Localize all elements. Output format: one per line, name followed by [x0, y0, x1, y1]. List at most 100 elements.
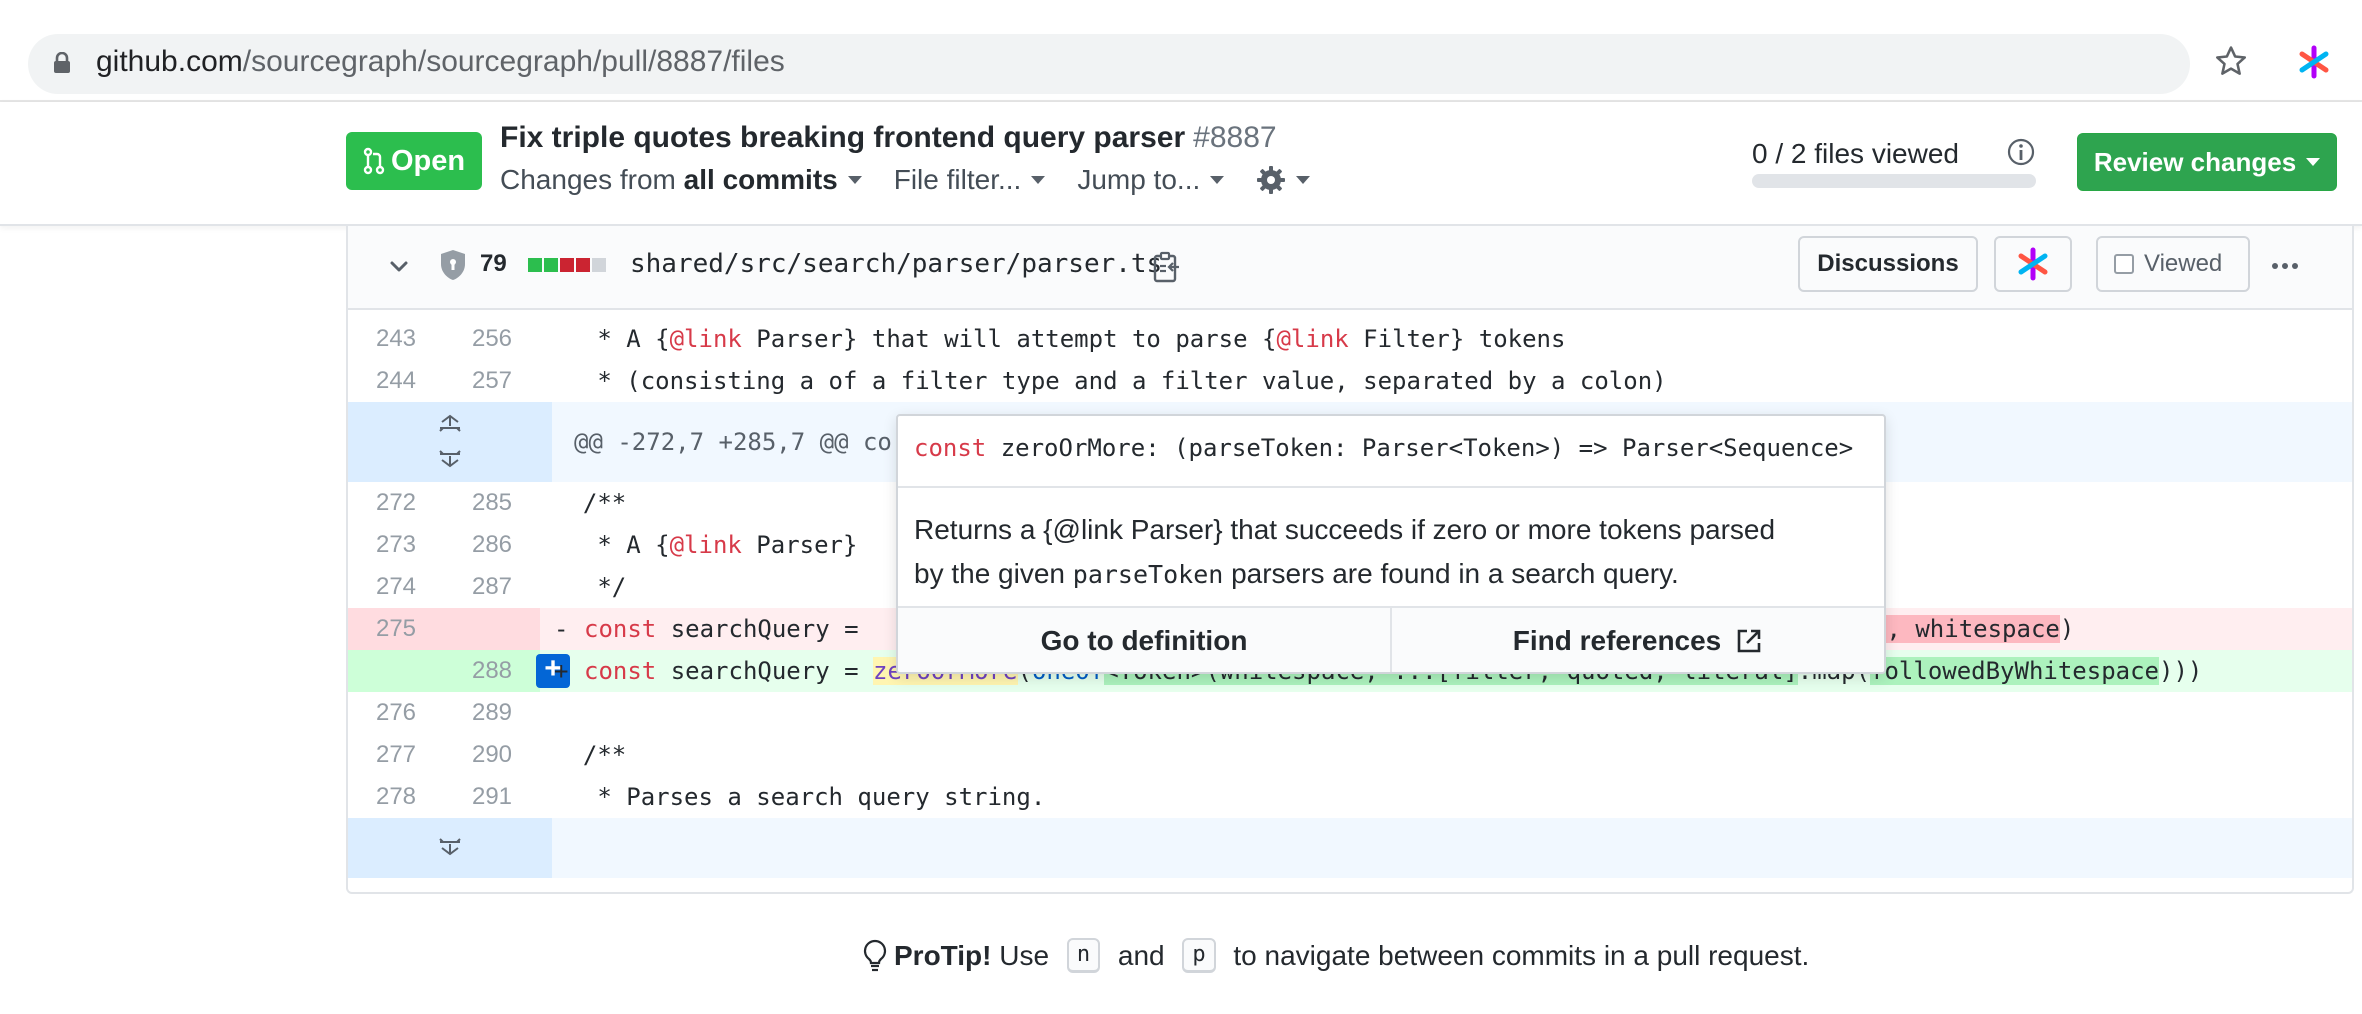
- kebab-icon[interactable]: [2270, 254, 2300, 278]
- pr-title-text: Fix triple quotes breaking frontend quer…: [500, 121, 1186, 154]
- jump-to-dropdown[interactable]: Jump to...: [1077, 164, 1225, 196]
- code-line: /**: [554, 741, 627, 769]
- jump-to-label: Jump to...: [1077, 164, 1201, 195]
- new-line-number[interactable]: 256: [444, 318, 540, 360]
- code-line: * Parses a search query string.: [554, 783, 1046, 811]
- new-line-number[interactable]: 285: [444, 482, 540, 524]
- viewed-checkbox[interactable]: [2114, 254, 2134, 274]
- protip-key-p: p: [1182, 938, 1216, 973]
- code-line: * (consisting a of a filter type and a f…: [554, 367, 1667, 395]
- shield-icon: [441, 250, 465, 280]
- expand-up-icon[interactable]: [436, 412, 464, 432]
- diffstat-block: [544, 258, 558, 272]
- url-domain: github.com: [96, 45, 243, 78]
- diff-row: 277 290 /**: [348, 734, 2352, 776]
- new-line-number[interactable]: 291: [444, 776, 540, 818]
- find-references-label: Find references: [1512, 625, 1722, 656]
- diff-row: 244 257 * (consisting a of a filter type…: [348, 360, 2352, 402]
- discussions-button[interactable]: Discussions: [1798, 236, 1978, 292]
- diffstat-block: [528, 258, 542, 272]
- sourcegraph-button[interactable]: [1994, 236, 2072, 292]
- protip-text: Use: [991, 939, 1057, 971]
- copy-icon[interactable]: [1152, 250, 1182, 284]
- code-line: /**: [554, 489, 627, 517]
- signature-text: zeroOrMore: (parseToken: Parser<Token>) …: [986, 434, 1854, 462]
- hover-tooltip: const zeroOrMore: (parseToken: Parser<To…: [896, 414, 1886, 674]
- sourcegraph-icon[interactable]: [2296, 44, 2332, 80]
- file-header: 79 shared/src/search/parser/parser.ts Di…: [348, 226, 2352, 310]
- old-line-number[interactable]: 272: [348, 482, 444, 524]
- chevron-down-icon: [1210, 176, 1225, 184]
- url-text[interactable]: github.com/sourcegraph/sourcegraph/pull/…: [96, 45, 785, 79]
- diff-row: 242 255 /**: [348, 308, 2352, 318]
- url-path: /sourcegraph/sourcegraph/pull/8887/files: [242, 45, 785, 78]
- diff-row: 243 256 * A {@link Parser} that will att…: [348, 318, 2352, 360]
- tooltip-doc-code: parseToken: [1072, 560, 1224, 589]
- new-line-number[interactable]: 257: [444, 360, 540, 402]
- tooltip-signature: const zeroOrMore: (parseToken: Parser<To…: [914, 434, 1853, 462]
- pr-title: Fix triple quotes breaking frontend quer…: [500, 121, 1277, 155]
- expand-footer-row: [348, 818, 2352, 878]
- expand-down-icon[interactable]: [436, 450, 464, 470]
- new-line-number: [444, 608, 540, 650]
- old-line-number[interactable]: 278: [348, 776, 444, 818]
- code-line-tail: ), whitespace): [1872, 615, 2075, 643]
- star-icon[interactable]: [2214, 44, 2248, 78]
- expand-down-icon[interactable]: [436, 838, 464, 858]
- new-line-number[interactable]: 290: [444, 734, 540, 776]
- new-line-number[interactable]: 286: [444, 524, 540, 566]
- old-line-number: [348, 650, 444, 692]
- old-line-number[interactable]: 276: [348, 692, 444, 734]
- protip-text: to navigate between commits in a pull re…: [1225, 939, 1810, 971]
- protip-label: ProTip!: [894, 939, 992, 971]
- tooltip-actions: Go to definition Find references: [898, 606, 1884, 672]
- review-changes-button[interactable]: Review changes: [2077, 133, 2337, 191]
- viewed-toggle[interactable]: Viewed: [2096, 236, 2250, 292]
- chevron-down-icon[interactable]: [388, 256, 410, 278]
- file-filter-dropdown[interactable]: File filter...: [894, 164, 1046, 196]
- changes-from-dropdown[interactable]: Changes from all commits: [500, 164, 862, 196]
- code-line: */: [554, 573, 627, 601]
- diffstat-block: [592, 258, 606, 272]
- file-path[interactable]: shared/src/search/parser/parser.ts: [630, 249, 1162, 279]
- new-line-number[interactable]: 289: [444, 692, 540, 734]
- diffstat-block: [576, 258, 590, 272]
- chevron-down-icon: [1296, 176, 1311, 184]
- code-line: * A {@link Parser} that will attempt to …: [554, 325, 1566, 353]
- diff-row: 276 289: [348, 692, 2352, 734]
- pr-state-label: Open: [390, 144, 466, 177]
- old-line-number[interactable]: 274: [348, 566, 444, 608]
- diff-settings-dropdown[interactable]: [1256, 165, 1311, 195]
- gear-icon: [1257, 166, 1286, 194]
- go-to-definition-button[interactable]: Go to definition: [898, 608, 1392, 672]
- code-line: * A {@link Parser}: [554, 531, 858, 559]
- old-line-number[interactable]: 243: [348, 318, 444, 360]
- protip: ProTip! Use n and p to navigate between …: [862, 938, 1809, 973]
- old-line-number[interactable]: 273: [348, 524, 444, 566]
- protip-key-n: n: [1066, 938, 1101, 973]
- new-line-number[interactable]: 288: [444, 650, 540, 692]
- tooltip-documentation: Returns a {@link Parser} that succeeds i…: [914, 508, 1854, 597]
- tooltip-doc-text: parsers are found in a search query.: [1223, 558, 1679, 589]
- old-line-number[interactable]: 244: [348, 360, 444, 402]
- lightbulb-icon: [863, 939, 887, 971]
- code-line: /**: [554, 308, 626, 318]
- tooltip-doc-line: Returns a {@link Parser} that succeeds i…: [914, 514, 1776, 545]
- diff-marker: +: [554, 657, 569, 685]
- diffstat: [528, 258, 606, 272]
- sourcegraph-icon: [2018, 247, 2048, 281]
- new-line-number[interactable]: 287: [444, 566, 540, 608]
- external-link-icon: [1737, 629, 1761, 653]
- lock-icon: [54, 52, 70, 73]
- old-line-number[interactable]: 275: [348, 608, 444, 650]
- old-line-number[interactable]: 277: [348, 734, 444, 776]
- tooltip-doc-line: by the given parseToken parsers are foun…: [914, 552, 1854, 597]
- tooltip-doc-text: by the given: [914, 558, 1073, 589]
- change-count: 79: [480, 250, 507, 277]
- info-icon[interactable]: [2006, 137, 2036, 167]
- review-changes-label: Review changes: [2093, 146, 2297, 177]
- protip-text: and: [1110, 939, 1173, 971]
- file-filter-label: File filter...: [893, 164, 1022, 195]
- chevron-down-icon: [847, 176, 862, 184]
- find-references-button[interactable]: Find references: [1392, 608, 1884, 672]
